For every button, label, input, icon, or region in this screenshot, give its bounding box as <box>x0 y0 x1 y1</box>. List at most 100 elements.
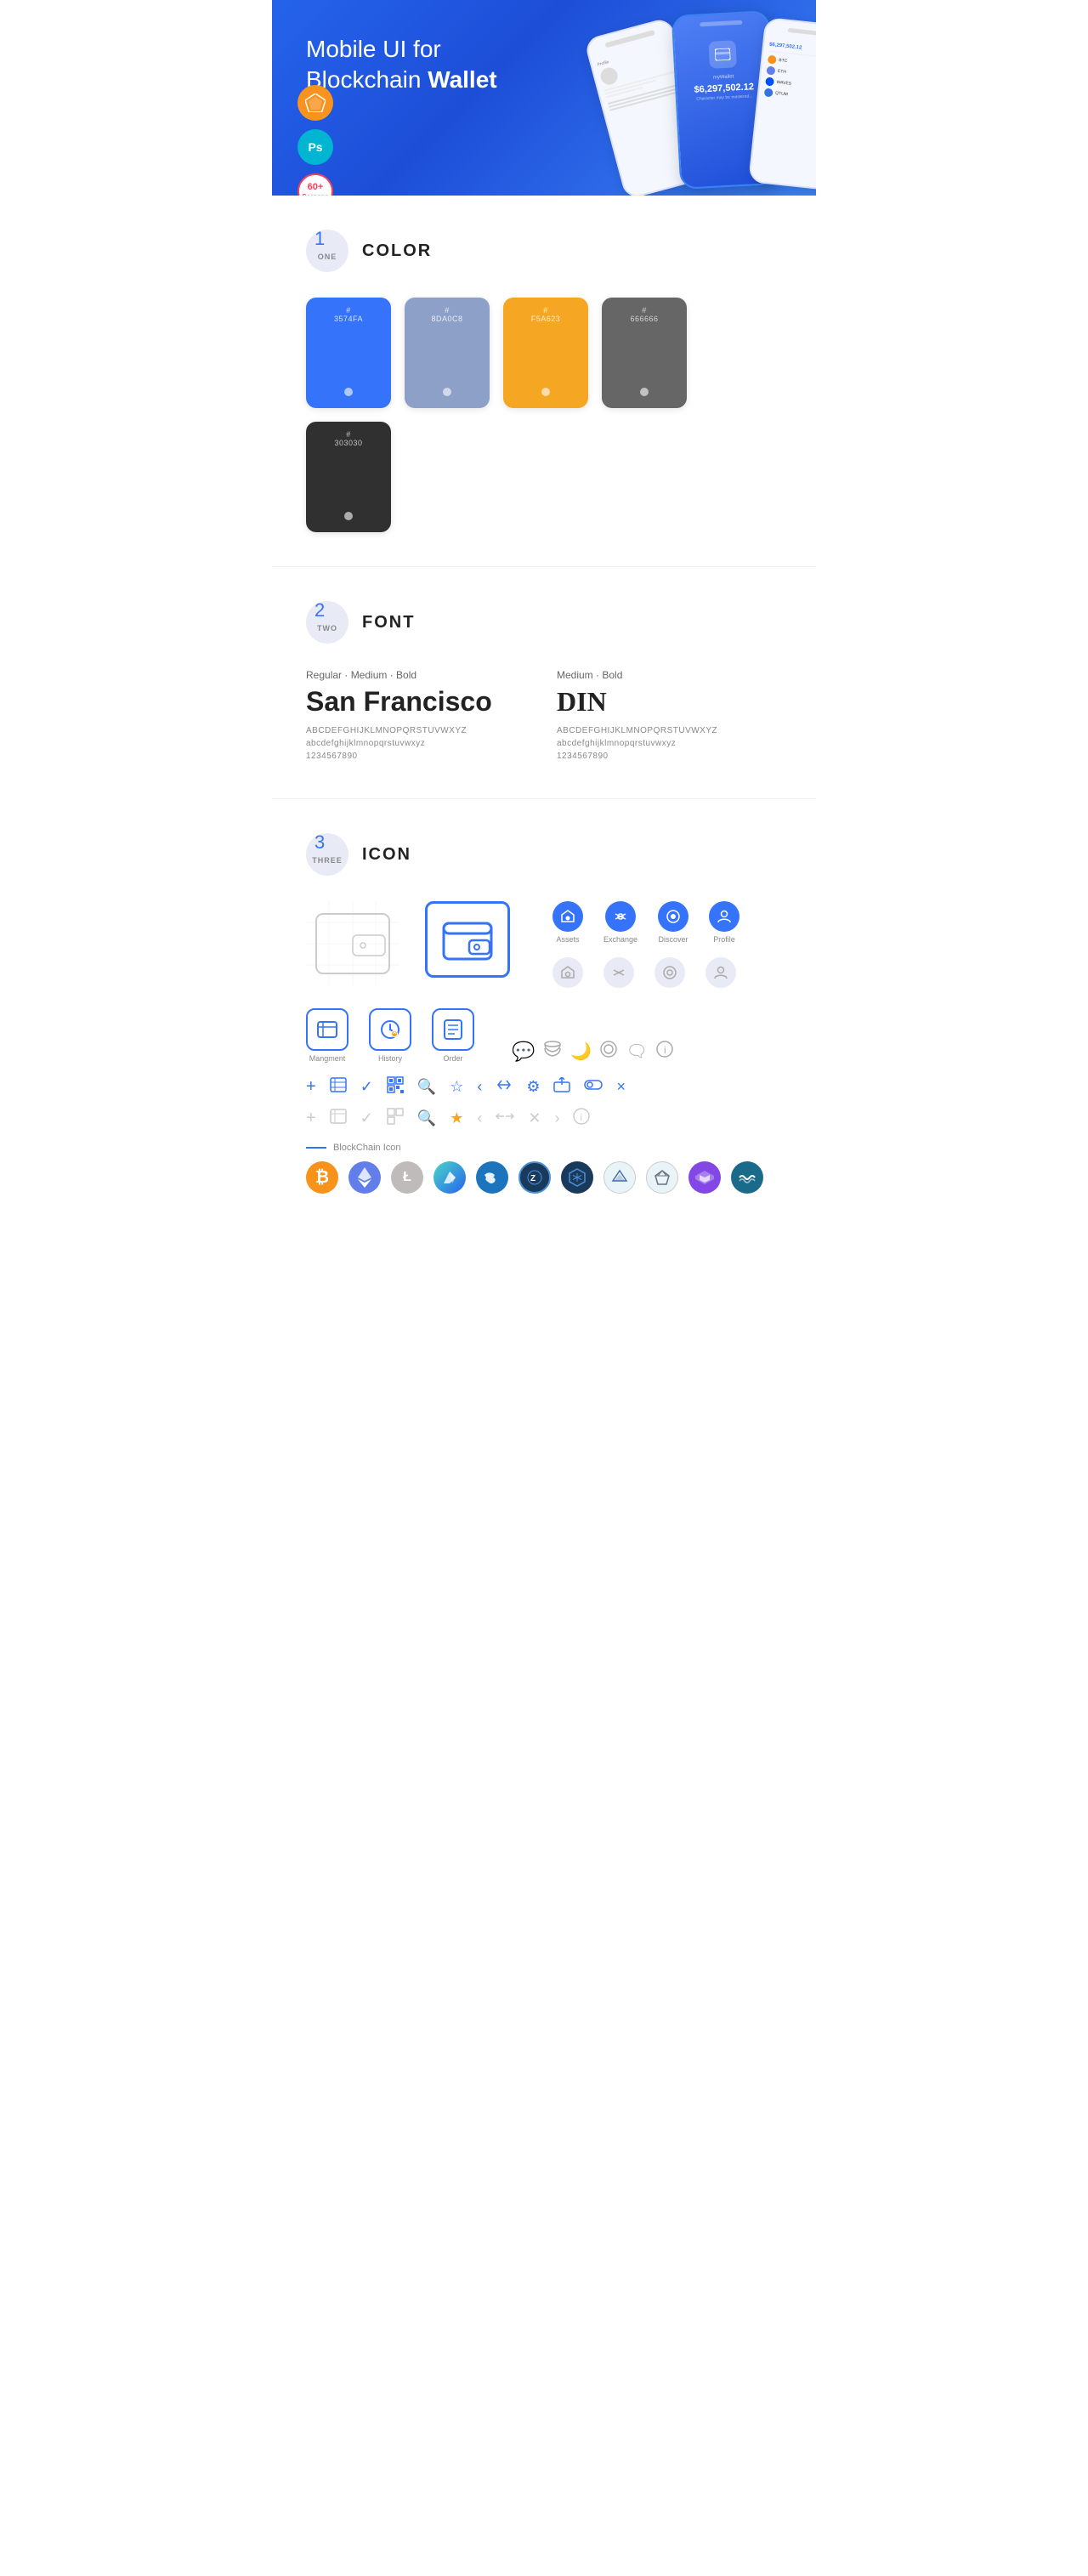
hero-title: Mobile UI for Blockchain Wallet <box>306 34 561 96</box>
svg-text:i: i <box>664 1044 666 1056</box>
litecoin-icon: Ł <box>391 1161 423 1194</box>
exchange-icon-gray <box>604 957 634 988</box>
phones-mockup: Profile myWallet $6,297,502.12 Character… <box>552 9 808 196</box>
moon-icon: 🌙 <box>570 1041 592 1062</box>
svg-text:i: i <box>581 1113 582 1123</box>
profile-icon-gray <box>706 957 736 988</box>
ethereum-icon <box>348 1161 381 1194</box>
info-icon-gray: i <box>573 1108 590 1129</box>
blockchain-icons-row: ₿ Ł Z <box>306 1161 782 1194</box>
swatch-dark: #303030 <box>306 422 391 532</box>
wallet-wireframe <box>306 901 400 986</box>
nav-profile-gray <box>706 957 736 988</box>
arrows-icon-gray <box>496 1109 514 1128</box>
hex-network-icon <box>561 1161 593 1194</box>
nav-assets-gray <box>552 957 583 988</box>
section-number-1: 1 ONE <box>306 230 348 272</box>
star-icon: ☆ <box>450 1078 463 1096</box>
nav-assets: Assets <box>552 901 583 944</box>
blockchain-label: BlockChain Icon <box>333 1143 401 1153</box>
screens-badge: 60+ Screens <box>298 173 333 196</box>
close-gray: ✕ <box>528 1109 541 1127</box>
section-header-font: 2 TWO FONT <box>306 601 782 644</box>
gear-icon: ⚙ <box>526 1078 540 1096</box>
app-icons-row: Mangment History <box>306 1008 782 1063</box>
history-icon <box>369 1008 411 1051</box>
nav-icons-inactive <box>552 957 740 988</box>
nav-discover-gray <box>654 957 685 988</box>
discover-icon <box>658 901 688 932</box>
section-header-color: 1 ONE COLOR <box>306 230 782 272</box>
small-icons-blue: + ✓ 🔍 ☆ ‹ ⚙ × <box>306 1076 782 1098</box>
section-number-2: 2 TWO <box>306 601 348 644</box>
plus-icon-gray: + <box>306 1109 316 1128</box>
list-icon-gray <box>330 1109 347 1128</box>
plus-icon: + <box>306 1077 316 1097</box>
assets-icon <box>552 901 583 932</box>
nav-discover: Discover <box>658 901 688 944</box>
ps-badge: Ps <box>298 129 333 165</box>
icon-section: 3 THREE ICON <box>272 799 816 1228</box>
dash-icon <box>476 1161 508 1194</box>
resize-icon <box>584 1077 603 1097</box>
nav-profile: Profile <box>709 901 740 944</box>
order-label: Order <box>443 1054 462 1063</box>
search-icon: 🔍 <box>417 1078 436 1096</box>
discover-label: Discover <box>659 935 688 944</box>
zcoin-icon: Z <box>518 1161 551 1194</box>
sketch-badge <box>298 85 333 121</box>
check-icon: ✓ <box>360 1078 373 1096</box>
history-label: History <box>378 1054 402 1063</box>
wing-icon <box>434 1161 466 1194</box>
star-icon-orange: ★ <box>450 1109 463 1127</box>
font-section: 2 TWO FONT Regular · Medium · Bold San F… <box>272 567 816 799</box>
close-icon: × <box>616 1078 626 1096</box>
misc-icons-group: 💬 🌙 🗨 i <box>512 1040 673 1063</box>
discover-icon-gray <box>654 957 685 988</box>
small-icons-gray: + ✓ 🔍 ★ ‹ ✕ › i <box>306 1108 782 1129</box>
nav-icons-group: Assets Exchange Discover <box>552 901 740 988</box>
section-header-icon: 3 THREE ICON <box>306 833 782 876</box>
check-icon-gray: ✓ <box>360 1109 373 1127</box>
list-icon <box>330 1077 347 1097</box>
font-grid: Regular · Medium · Bold San Francisco AB… <box>306 669 782 764</box>
font-din: Medium · Bold DIN ABCDEFGHIJKLMNOPQRSTUV… <box>557 669 782 764</box>
circle-icon <box>600 1041 617 1062</box>
exchange-icon <box>605 901 636 932</box>
swatch-gray: #666666 <box>602 298 687 408</box>
back-icon-gray: ‹ <box>477 1109 482 1127</box>
hero-badges: Ps 60+ Screens <box>298 85 333 196</box>
gem-icon <box>646 1161 678 1194</box>
label-line-decoration <box>306 1147 326 1149</box>
chat-icon: 🗨 <box>626 1041 647 1062</box>
color-swatches: #3574FA #8DA0C8 #F5A623 #666666 #303030 <box>306 298 782 532</box>
qr-icon <box>387 1076 404 1098</box>
profile-label: Profile <box>713 935 735 944</box>
info-icon: i <box>656 1041 673 1062</box>
hero-section: Mobile UI for Blockchain Wallet UI Kit P… <box>272 0 816 196</box>
share-icon <box>496 1077 513 1097</box>
svg-text:Z: Z <box>530 1174 536 1183</box>
icon-showcase: Assets Exchange Discover <box>306 901 782 988</box>
wallet-solid <box>425 901 510 978</box>
swatch-orange: #F5A623 <box>503 298 588 408</box>
assets-label: Assets <box>556 935 579 944</box>
nav-exchange-gray <box>604 957 634 988</box>
speech-icon: 💬 <box>512 1041 535 1063</box>
assets-icon-gray <box>552 957 583 988</box>
back-icon: ‹ <box>477 1078 482 1096</box>
management-icon-app: Mangment <box>306 1008 348 1063</box>
search-icon-gray: 🔍 <box>417 1109 436 1127</box>
profile-icon <box>709 901 740 932</box>
stack-icon <box>543 1040 562 1063</box>
order-icon <box>432 1008 474 1051</box>
font-sf: Regular · Medium · Bold San Francisco AB… <box>306 669 531 764</box>
swatch-grayblue: #8DA0C8 <box>405 298 490 408</box>
section-number-3: 3 THREE <box>306 833 348 876</box>
management-icon <box>306 1008 348 1051</box>
qr-icon-gray <box>387 1108 404 1129</box>
nav-icons-active: Assets Exchange Discover <box>552 901 740 944</box>
color-section: 1 ONE COLOR #3574FA #8DA0C8 #F5A623 #666… <box>272 196 816 567</box>
arrow-up-icon <box>604 1161 636 1194</box>
nav-exchange: Exchange <box>604 901 638 944</box>
